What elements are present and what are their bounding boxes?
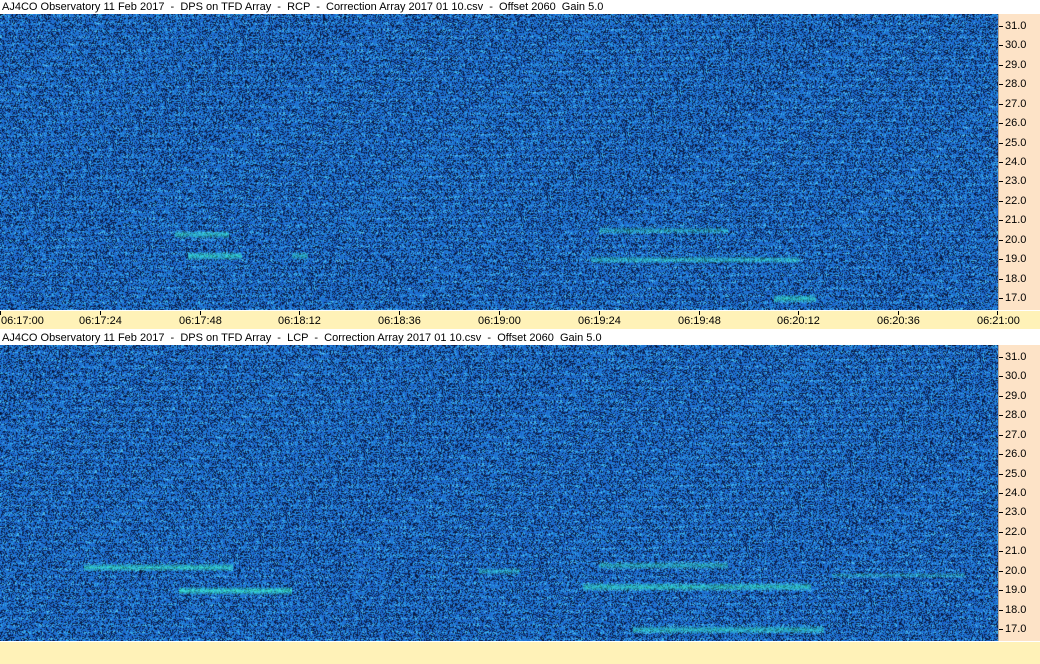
spectrogram-rcp[interactable]	[0, 14, 998, 310]
freq-tick-label: 25.0	[1005, 137, 1027, 149]
freq-tick-label: 20.0	[1005, 234, 1027, 246]
freq-tick-label: 27.0	[1005, 429, 1027, 441]
freq-tick-label: 20.0	[1005, 565, 1027, 577]
freq-tick	[999, 220, 1003, 221]
freq-tick	[999, 474, 1003, 475]
freq-tick	[999, 104, 1003, 105]
freq-tick-label: 22.0	[1005, 195, 1027, 207]
freq-tick-label: 17.0	[1005, 623, 1027, 635]
freq-tick	[999, 298, 1003, 299]
freq-tick	[999, 629, 1003, 630]
freq-tick	[999, 181, 1003, 182]
time-axis: 06:17:00 06:17:24 06:17:48 06:18:12 06:18:36…	[0, 311, 1040, 329]
freq-tick-label: 28.0	[1005, 409, 1027, 421]
freq-tick	[999, 551, 1003, 552]
freq-tick	[999, 123, 1003, 124]
freq-tick	[999, 396, 1003, 397]
freq-tick	[999, 590, 1003, 591]
freq-tick-label: 21.0	[1005, 545, 1027, 557]
freq-tick	[999, 201, 1003, 202]
frequency-axis-lcp: 31.0 30.0 29.0 28.0 27.0 26.0 25.0 24.0 23.0 22.0…	[998, 345, 1040, 641]
freq-tick	[999, 454, 1003, 455]
time-axis-bottom	[0, 642, 1040, 664]
time-tick-label: 06:20:12	[777, 315, 820, 327]
freq-tick-label: 24.0	[1005, 156, 1027, 168]
freq-tick	[999, 279, 1003, 280]
spectrogram-lcp[interactable]	[0, 345, 998, 641]
freq-tick-label: 30.0	[1005, 39, 1027, 51]
time-tick-label: 06:21:00	[977, 315, 1020, 327]
freq-tick	[999, 376, 1003, 377]
time-tick-label: 06:19:24	[578, 315, 621, 327]
time-tick-label: 06:18:36	[378, 315, 421, 327]
time-tick-label: 06:17:24	[79, 315, 122, 327]
freq-tick	[999, 162, 1003, 163]
freq-tick-label: 27.0	[1005, 98, 1027, 110]
freq-tick-label: 24.0	[1005, 487, 1027, 499]
frequency-axis-rcp: 31.0 30.0 29.0 28.0 27.0 26.0 25.0 24.0 23.0 22.0…	[998, 14, 1040, 310]
freq-tick	[999, 357, 1003, 358]
time-tick-label: 06:18:12	[278, 315, 321, 327]
time-tick-label: 06:17:00	[1, 315, 44, 327]
freq-tick	[999, 512, 1003, 513]
freq-tick	[999, 240, 1003, 241]
freq-tick-label: 19.0	[1005, 584, 1027, 596]
freq-tick-label: 23.0	[1005, 506, 1027, 518]
time-tick-label: 06:17:48	[179, 315, 222, 327]
freq-tick	[999, 65, 1003, 66]
freq-tick	[999, 45, 1003, 46]
freq-tick-label: 25.0	[1005, 468, 1027, 480]
freq-tick-label: 18.0	[1005, 604, 1027, 616]
freq-tick-label: 31.0	[1005, 351, 1027, 363]
freq-tick-label: 30.0	[1005, 370, 1027, 382]
freq-tick	[999, 415, 1003, 416]
freq-tick	[999, 435, 1003, 436]
freq-tick	[999, 571, 1003, 572]
freq-tick-label: 26.0	[1005, 448, 1027, 460]
freq-tick-label: 17.0	[1005, 292, 1027, 304]
time-tick-label: 06:19:00	[478, 315, 521, 327]
freq-tick	[999, 143, 1003, 144]
freq-tick-label: 23.0	[1005, 175, 1027, 187]
panel-title-rcp: AJ4CO Observatory 11 Feb 2017 - DPS on T…	[0, 0, 1040, 14]
freq-tick-label: 28.0	[1005, 78, 1027, 90]
freq-tick-label: 18.0	[1005, 273, 1027, 285]
freq-tick-label: 22.0	[1005, 526, 1027, 538]
freq-tick-label: 31.0	[1005, 20, 1027, 32]
freq-tick	[999, 610, 1003, 611]
time-tick-label: 06:19:48	[678, 315, 721, 327]
panel-title-lcp: AJ4CO Observatory 11 Feb 2017 - DPS on T…	[0, 331, 1040, 345]
freq-tick	[999, 84, 1003, 85]
freq-tick	[999, 493, 1003, 494]
freq-tick	[999, 26, 1003, 27]
freq-tick-label: 26.0	[1005, 117, 1027, 129]
freq-tick-label: 19.0	[1005, 253, 1027, 265]
freq-tick	[999, 532, 1003, 533]
freq-tick-label: 21.0	[1005, 214, 1027, 226]
freq-tick-label: 29.0	[1005, 390, 1027, 402]
freq-tick-label: 29.0	[1005, 59, 1027, 71]
freq-tick	[999, 259, 1003, 260]
time-tick-label: 06:20:36	[877, 315, 920, 327]
